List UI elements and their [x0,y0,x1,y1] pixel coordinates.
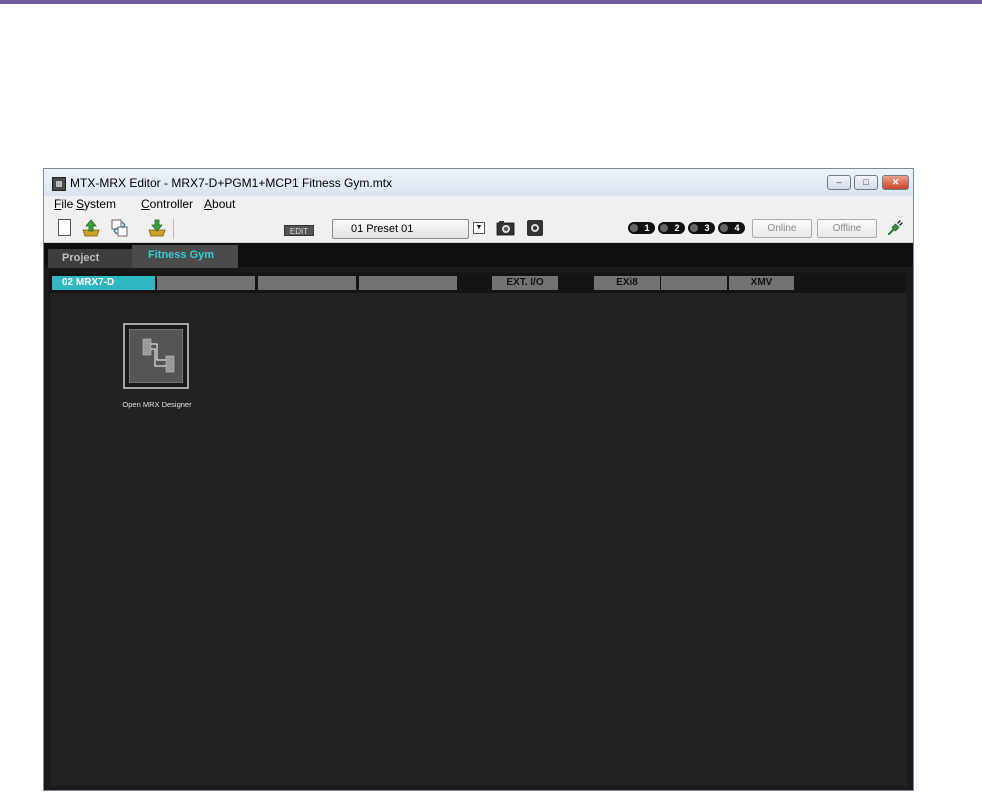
plug-icon[interactable] [887,220,903,236]
scene-indicator-dot [630,224,638,232]
online-button[interactable]: Online [752,219,812,238]
menu-file[interactable]: File [54,197,73,211]
device-slot-empty[interactable] [258,276,356,290]
scene-indicator-number: 4 [731,222,743,234]
menu-system-label: ystem [84,197,117,211]
scene-indicator-number: 2 [671,222,683,234]
menu-controller-label: ontroller [149,197,194,211]
window-title: MTX-MRX Editor - MRX7-D+PGM1+MCP1 Fitnes… [70,176,393,190]
edit-mode-badge: EDIT [284,225,314,236]
toolbar: EDIT 01 Preset 01 ▼ 1 2 3 4 Online Offli… [44,213,913,243]
minimize-button[interactable]: – [827,175,851,190]
title-bar: MTX-MRX Editor - MRX7-D+PGM1+MCP1 Fitnes… [44,169,913,196]
save-icon[interactable] [148,219,166,237]
page-top-bar [0,0,982,4]
toolbar-separator [173,219,174,239]
device-slot-empty[interactable] [359,276,457,290]
tab-project[interactable]: Project [48,249,134,268]
menu-about-accel: A [204,197,213,211]
device-workspace: Open MRX Designer [50,293,907,786]
tab-strip: Project Fitness Gym [44,243,913,268]
new-file-icon[interactable] [58,219,71,236]
maximize-button[interactable]: □ [854,175,878,190]
tab-fitness-gym[interactable]: Fitness Gym [132,245,238,268]
menu-controller[interactable]: Controller [141,197,193,211]
device-tab-ext-io[interactable]: EXT. I/O [492,276,558,290]
open-file-icon[interactable] [82,219,100,237]
sync-icon[interactable] [111,219,129,237]
preset-selector[interactable]: 01 Preset 01 [332,219,469,239]
device-tab-mrx7d[interactable]: 02 MRX7-D [52,276,155,290]
close-button[interactable]: ✕ [882,175,909,190]
designer-canvas-icon [129,329,183,383]
menu-bar: File System Controller About [44,196,913,213]
device-tab-xmv[interactable]: XMV [729,276,794,290]
device-tab-exi8[interactable]: EXi8 [594,276,660,290]
scene-indicator-number: 3 [701,222,713,234]
preset-dropdown-button[interactable]: ▼ [473,222,485,234]
scene-indicator-number: 1 [641,222,653,234]
menu-controller-accel: C [141,197,150,211]
open-mrx-designer-button[interactable] [123,323,189,389]
link-icon[interactable] [527,220,543,236]
app-window: MTX-MRX Editor - MRX7-D+PGM1+MCP1 Fitnes… [43,168,914,791]
menu-system-accel: S [76,197,85,211]
menu-file-label: ile [61,197,74,211]
camera-icon[interactable] [496,220,515,236]
scene-indicator-dot [690,224,698,232]
offline-button[interactable]: Offline [817,219,877,238]
app-icon [52,177,66,191]
scene-indicator-1: 1 [628,222,655,234]
scene-indicator-4: 4 [718,222,745,234]
menu-system[interactable]: System [76,197,116,211]
mrx-designer-icon [142,338,175,373]
device-bar: 02 MRX7-D EXT. I/O EXi8 XMV [49,273,906,293]
scene-indicator-3: 3 [688,222,715,234]
scene-indicator-2: 2 [658,222,685,234]
menu-about[interactable]: About [204,197,235,211]
scene-indicator-dot [720,224,728,232]
device-slot-empty[interactable] [157,276,255,290]
open-mrx-designer-label: Open MRX Designer [122,400,192,409]
scene-indicator-dot [660,224,668,232]
device-slot-empty[interactable] [661,276,727,290]
menu-about-label: bout [212,197,236,211]
